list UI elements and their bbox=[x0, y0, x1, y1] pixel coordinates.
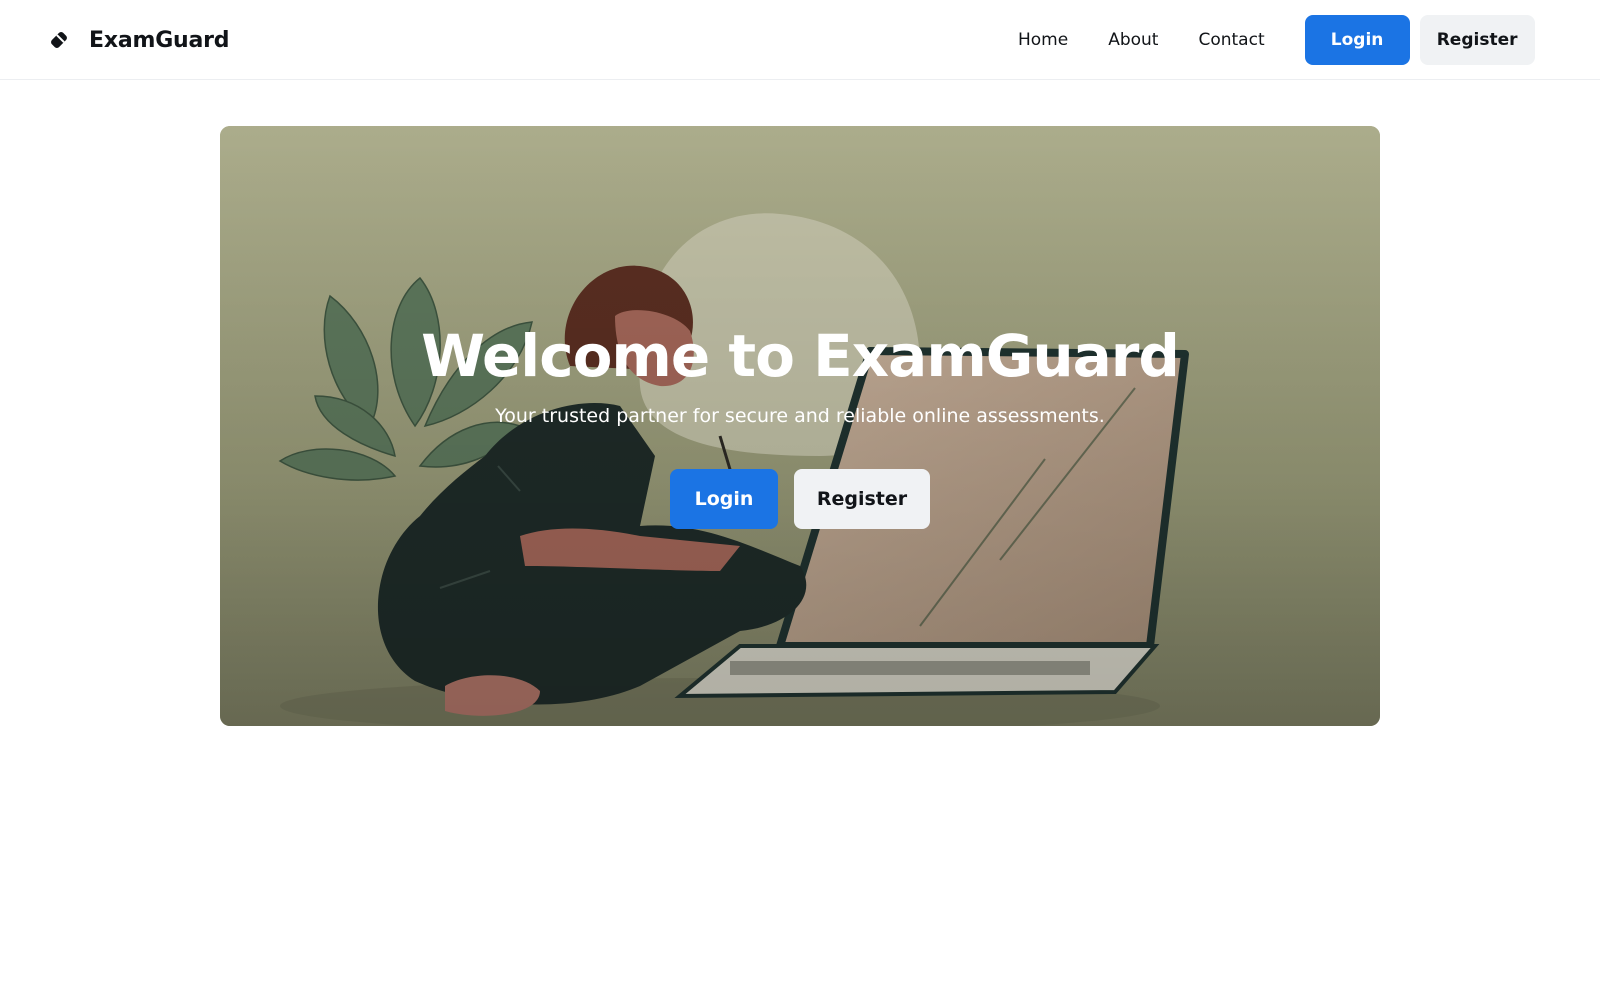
brand[interactable]: ExamGuard bbox=[49, 22, 230, 58]
header-login-button[interactable]: Login bbox=[1304, 15, 1410, 65]
hero-banner: Welcome to ExamGuard Your trusted partne… bbox=[220, 126, 1380, 726]
main-nav: Home About Contact Login Register bbox=[1018, 15, 1535, 65]
hero-actions: Login Register bbox=[220, 469, 1380, 529]
nav-about[interactable]: About bbox=[1108, 30, 1158, 50]
hero-subtitle: Your trusted partner for secure and reli… bbox=[495, 405, 1105, 427]
nav-home[interactable]: Home bbox=[1018, 30, 1068, 50]
header-register-button[interactable]: Register bbox=[1419, 15, 1535, 65]
hero-content: Welcome to ExamGuard Your trusted partne… bbox=[220, 321, 1380, 529]
top-navbar: ExamGuard Home About Contact Login Regis… bbox=[0, 0, 1600, 80]
nav-contact[interactable]: Contact bbox=[1198, 30, 1264, 50]
hero-register-button[interactable]: Register bbox=[794, 469, 930, 529]
hero-title: Welcome to ExamGuard bbox=[421, 322, 1180, 390]
hero-login-button[interactable]: Login bbox=[670, 469, 778, 529]
brand-name: ExamGuard bbox=[89, 27, 230, 53]
eraser-icon bbox=[49, 30, 69, 50]
